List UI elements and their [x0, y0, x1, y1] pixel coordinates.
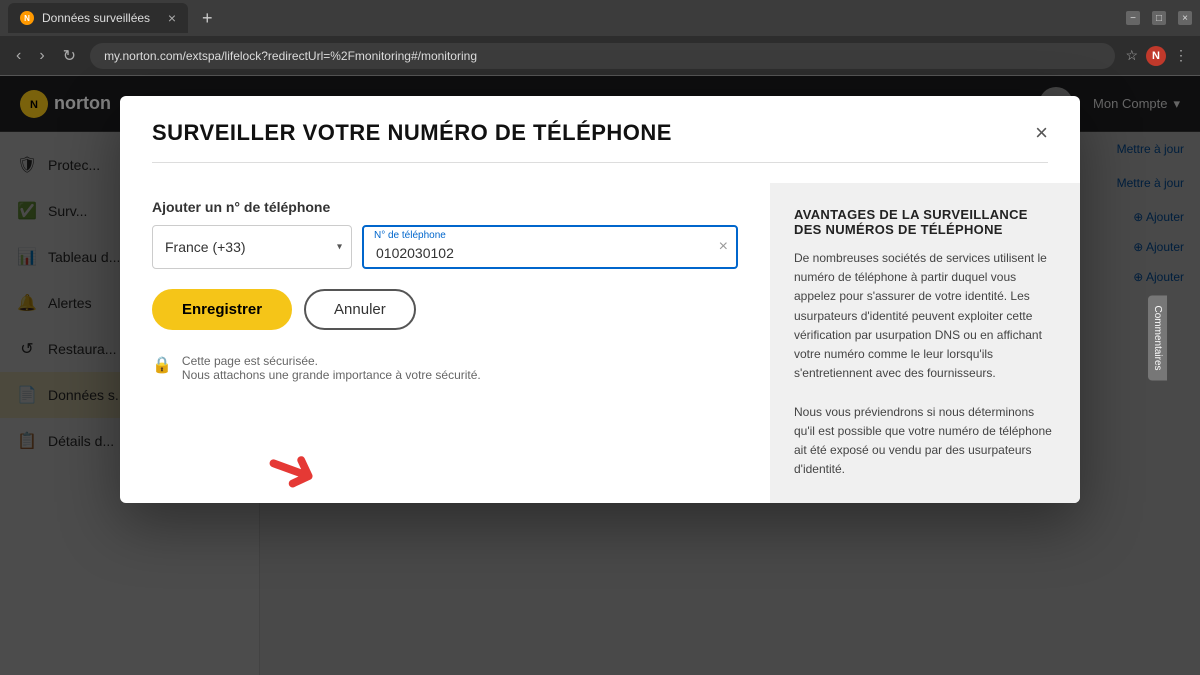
- phone-label: N° de téléphone: [374, 230, 446, 241]
- country-select[interactable]: France (+33) Belgique (+32) Suisse (+41)…: [152, 225, 352, 269]
- modal-close-button[interactable]: ×: [1035, 122, 1048, 144]
- phone-input-wrapper: N° de téléphone ×: [362, 225, 738, 269]
- forward-button[interactable]: ›: [35, 43, 48, 69]
- star-icon[interactable]: ☆: [1125, 47, 1138, 64]
- phone-modal: SURVEILLER VOTRE NUMÉRO DE TÉLÉPHONE × A…: [120, 96, 1080, 503]
- close-button[interactable]: ×: [1178, 11, 1192, 25]
- active-tab[interactable]: N Données surveillées ×: [8, 3, 188, 33]
- new-tab-button[interactable]: +: [196, 8, 219, 29]
- security-text: Cette page est sécurisée.Nous attachons …: [182, 354, 481, 382]
- save-button[interactable]: Enregistrer: [152, 289, 292, 330]
- comments-tab[interactable]: Commentaires: [1148, 295, 1167, 380]
- tab-bar: N Données surveillées × + − □ ×: [0, 0, 1200, 36]
- menu-icon[interactable]: ⋮: [1174, 47, 1188, 64]
- back-button[interactable]: ‹: [12, 43, 25, 69]
- address-bar: ‹ › ↻ ☆ N ⋮: [0, 36, 1200, 76]
- right-panel-title: AVANTAGES DE LA SURVEILLANCE DES NUMÉROS…: [794, 207, 1056, 237]
- norton-app: N norton Mes appareils Ma protection ▾ R…: [0, 76, 1200, 675]
- modal-body: Ajouter un n° de téléphone France (+33) …: [120, 183, 1080, 503]
- tab-favicon: N: [20, 11, 34, 25]
- url-input[interactable]: [90, 43, 1115, 69]
- reload-button[interactable]: ↻: [59, 42, 80, 70]
- input-row: France (+33) Belgique (+32) Suisse (+41)…: [152, 225, 738, 269]
- maximize-button[interactable]: □: [1152, 11, 1166, 25]
- right-panel-text: De nombreuses sociétés de services utili…: [794, 249, 1056, 479]
- tab-title: Données surveillées: [42, 11, 160, 25]
- tab-close-button[interactable]: ×: [168, 10, 176, 26]
- modal-overlay: SURVEILLER VOTRE NUMÉRO DE TÉLÉPHONE × A…: [0, 76, 1200, 675]
- modal-header: SURVEILLER VOTRE NUMÉRO DE TÉLÉPHONE ×: [120, 96, 1080, 162]
- security-note: 🔒 Cette page est sécurisée.Nous attachon…: [152, 354, 738, 382]
- modal-title: SURVEILLER VOTRE NUMÉRO DE TÉLÉPHONE: [152, 120, 672, 146]
- modal-divider: [152, 162, 1048, 163]
- modal-right-panel: AVANTAGES DE LA SURVEILLANCE DES NUMÉROS…: [770, 183, 1080, 503]
- country-select-wrapper: France (+33) Belgique (+32) Suisse (+41)…: [152, 225, 352, 269]
- form-label: Ajouter un n° de téléphone: [152, 199, 738, 215]
- window-controls: − □ ×: [1126, 11, 1192, 25]
- norton-icon: N: [1146, 46, 1166, 66]
- button-row: Enregistrer Annuler: [152, 289, 738, 330]
- lock-icon: 🔒: [152, 355, 172, 375]
- minimize-button[interactable]: −: [1126, 11, 1140, 25]
- address-bar-icons: ☆ N ⋮: [1125, 46, 1188, 66]
- modal-form: Ajouter un n° de téléphone France (+33) …: [120, 183, 770, 503]
- cancel-button[interactable]: Annuler: [304, 289, 416, 330]
- phone-clear-button[interactable]: ×: [719, 238, 728, 256]
